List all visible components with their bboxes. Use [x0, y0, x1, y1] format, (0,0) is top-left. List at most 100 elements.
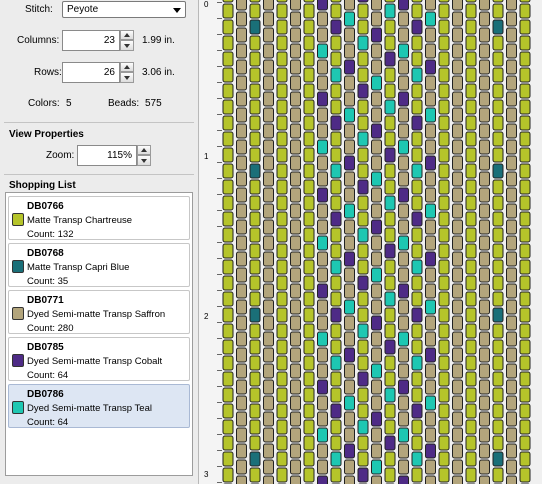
bead[interactable]: [384, 467, 396, 483]
bead[interactable]: [290, 299, 301, 315]
bead[interactable]: [479, 459, 490, 475]
bead[interactable]: [371, 139, 382, 155]
bead[interactable]: [411, 3, 423, 19]
bead[interactable]: [357, 451, 369, 467]
bead[interactable]: [479, 59, 490, 75]
bead[interactable]: [357, 435, 369, 451]
bead[interactable]: [425, 139, 436, 155]
bead[interactable]: [371, 427, 382, 443]
bead[interactable]: [438, 115, 450, 131]
bead[interactable]: [330, 67, 342, 83]
bead[interactable]: [452, 459, 463, 475]
bead[interactable]: [492, 67, 504, 83]
bead[interactable]: [249, 99, 261, 115]
bead[interactable]: [371, 43, 382, 59]
bead[interactable]: [290, 251, 301, 267]
bead[interactable]: [506, 59, 517, 75]
bead[interactable]: [398, 427, 409, 443]
bead[interactable]: [317, 251, 328, 267]
bead[interactable]: [330, 147, 342, 163]
bead[interactable]: [222, 323, 234, 339]
bead[interactable]: [438, 467, 450, 483]
bead[interactable]: [276, 243, 288, 259]
bead[interactable]: [290, 267, 301, 283]
bead[interactable]: [452, 235, 463, 251]
bead[interactable]: [425, 299, 436, 315]
bead[interactable]: [438, 451, 450, 467]
bead[interactable]: [317, 171, 328, 187]
bead[interactable]: [425, 43, 436, 59]
bead[interactable]: [222, 227, 234, 243]
bead[interactable]: [276, 131, 288, 147]
bead[interactable]: [438, 355, 450, 371]
bead[interactable]: [452, 203, 463, 219]
bead[interactable]: [222, 163, 234, 179]
bead[interactable]: [398, 171, 409, 187]
bead[interactable]: [290, 219, 301, 235]
bead[interactable]: [263, 203, 274, 219]
bead[interactable]: [479, 203, 490, 219]
bead[interactable]: [290, 107, 301, 123]
bead[interactable]: [492, 243, 504, 259]
bead[interactable]: [344, 91, 355, 107]
bead[interactable]: [492, 307, 504, 323]
bead[interactable]: [357, 147, 369, 163]
bead[interactable]: [303, 115, 315, 131]
bead[interactable]: [263, 75, 274, 91]
bead[interactable]: [411, 355, 423, 371]
bead[interactable]: [384, 83, 396, 99]
bead[interactable]: [249, 275, 261, 291]
bead[interactable]: [384, 435, 396, 451]
bead[interactable]: [276, 3, 288, 19]
bead[interactable]: [425, 347, 436, 363]
bead[interactable]: [519, 451, 531, 467]
bead[interactable]: [263, 235, 274, 251]
bead[interactable]: [344, 235, 355, 251]
bead[interactable]: [438, 195, 450, 211]
bead[interactable]: [303, 355, 315, 371]
bead[interactable]: [465, 259, 477, 275]
bead[interactable]: [330, 35, 342, 51]
bead[interactable]: [357, 227, 369, 243]
bead[interactable]: [317, 235, 328, 251]
bead[interactable]: [519, 179, 531, 195]
bead[interactable]: [506, 251, 517, 267]
bead[interactable]: [290, 59, 301, 75]
bead[interactable]: [411, 211, 423, 227]
bead[interactable]: [425, 363, 436, 379]
bead[interactable]: [290, 331, 301, 347]
bead[interactable]: [276, 323, 288, 339]
bead[interactable]: [438, 339, 450, 355]
bead[interactable]: [519, 435, 531, 451]
bead[interactable]: [492, 35, 504, 51]
bead[interactable]: [479, 75, 490, 91]
bead[interactable]: [479, 139, 490, 155]
bead[interactable]: [411, 131, 423, 147]
bead[interactable]: [236, 475, 247, 484]
bead[interactable]: [330, 227, 342, 243]
bead[interactable]: [276, 275, 288, 291]
bead[interactable]: [492, 227, 504, 243]
bead[interactable]: [452, 91, 463, 107]
bead[interactable]: [425, 11, 436, 27]
bead[interactable]: [519, 243, 531, 259]
bead[interactable]: [519, 403, 531, 419]
bead[interactable]: [452, 299, 463, 315]
bead[interactable]: [303, 435, 315, 451]
bead[interactable]: [344, 27, 355, 43]
bead[interactable]: [330, 387, 342, 403]
bead[interactable]: [438, 3, 450, 19]
bead[interactable]: [249, 403, 261, 419]
bead[interactable]: [303, 179, 315, 195]
bead[interactable]: [425, 91, 436, 107]
bead[interactable]: [506, 11, 517, 27]
bead[interactable]: [357, 259, 369, 275]
bead[interactable]: [452, 363, 463, 379]
bead[interactable]: [276, 195, 288, 211]
bead[interactable]: [357, 179, 369, 195]
bead[interactable]: [438, 275, 450, 291]
bead[interactable]: [492, 419, 504, 435]
bead[interactable]: [330, 291, 342, 307]
bead[interactable]: [344, 315, 355, 331]
bead[interactable]: [249, 467, 261, 483]
